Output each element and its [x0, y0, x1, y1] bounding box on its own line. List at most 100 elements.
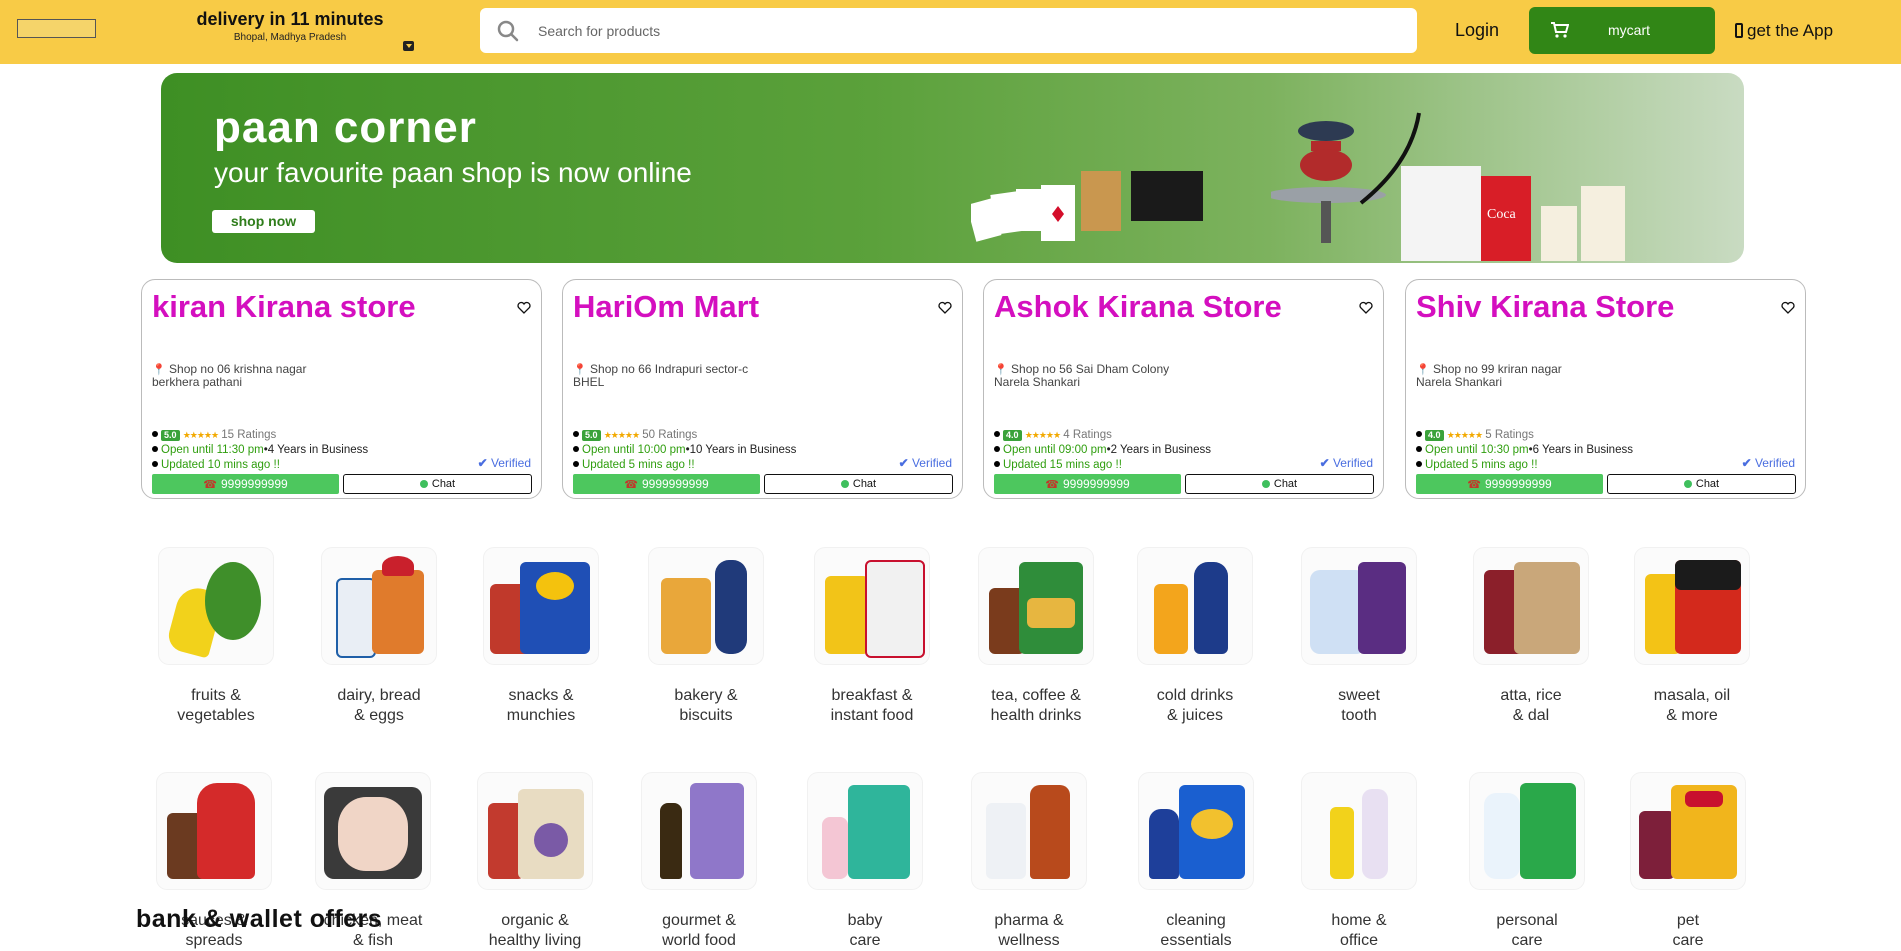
store-address: 📍 Shop no 56 Sai Dham Colony Narela Shan… — [994, 363, 1169, 388]
category-image — [316, 773, 430, 889]
label-line1: dairy, bread — [337, 687, 421, 704]
call-button[interactable]: ☎ 9999999999 — [573, 474, 760, 494]
category-tile[interactable]: fruits & vegetables — [136, 548, 296, 726]
chat-button[interactable]: Chat — [1185, 474, 1374, 494]
cart-button[interactable]: mycart — [1529, 7, 1715, 54]
ratings-count: 4 Ratings — [1063, 429, 1112, 441]
category-tile[interactable]: masala, oil & more — [1612, 548, 1772, 726]
call-button[interactable]: ☎ 9999999999 — [152, 474, 339, 494]
category-label: cold drinks & juices — [1115, 686, 1275, 726]
label-line1: home & — [1331, 912, 1387, 929]
open-hours: Open until 11:30 pm — [161, 444, 264, 456]
store-meta: 4.0 ★★★★★ 5 Ratings Open until 10:30 pm•… — [1416, 428, 1633, 473]
category-tile[interactable]: baby care — [785, 773, 945, 951]
label-line1: fruits & — [191, 687, 241, 704]
category-tile[interactable]: gourmet & world food — [619, 773, 779, 951]
label-line2: & more — [1666, 707, 1718, 724]
delivery-location: Bhopal, Madhya Pradesh — [233, 32, 347, 43]
store-name[interactable]: Shiv Kirana Store — [1416, 289, 1674, 325]
address-line2: berkhera pathani — [152, 375, 243, 389]
chat-button[interactable]: Chat — [764, 474, 953, 494]
category-label: organic & healthy living — [455, 911, 615, 951]
phone-number: 9999999999 — [1484, 477, 1552, 491]
category-tile[interactable]: personal care — [1447, 773, 1607, 951]
location-dropdown-icon[interactable] — [403, 41, 414, 51]
label-line2: essentials — [1160, 932, 1232, 949]
star-rating: ★★★★★ — [182, 430, 219, 440]
call-button[interactable]: ☎ 9999999999 — [1416, 474, 1603, 494]
ratings-count: 15 Ratings — [221, 429, 277, 441]
store-name[interactable]: HariOm Mart — [573, 289, 759, 325]
banner-title: paan corner — [214, 103, 477, 152]
label-line2: & eggs — [354, 707, 404, 724]
address-line1: Shop no 56 Sai Dham Colony — [1011, 362, 1170, 376]
store-name[interactable]: Ashok Kirana Store — [994, 289, 1282, 325]
category-tile[interactable]: breakfast & instant food — [792, 548, 952, 726]
category-tile[interactable]: cold drinks & juices — [1115, 548, 1275, 726]
star-rating: ★★★★★ — [1446, 430, 1483, 440]
category-tile[interactable]: atta, rice & dal — [1451, 548, 1611, 726]
category-image — [1635, 548, 1749, 664]
store-meta: 4.0 ★★★★★ 4 Ratings Open until 09:00 pm•… — [994, 428, 1211, 473]
category-tile[interactable]: bakery & biscuits — [626, 548, 786, 726]
delivery-info[interactable]: delivery in 11 minutes Bhopal, Madhya Pr… — [160, 9, 420, 43]
label-line2: tooth — [1341, 707, 1377, 724]
category-image — [1631, 773, 1745, 889]
heart-icon[interactable] — [517, 301, 531, 315]
call-button[interactable]: ☎ 9999999999 — [994, 474, 1181, 494]
heart-icon[interactable] — [938, 301, 952, 315]
search-input[interactable] — [536, 18, 1340, 44]
login-button[interactable]: Login — [1455, 20, 1499, 41]
category-label: sweet tooth — [1279, 686, 1439, 726]
store-card[interactable]: Shiv Kirana Store 📍 Shop no 99 kriran na… — [1405, 279, 1806, 499]
category-tile[interactable]: home & office — [1279, 773, 1439, 951]
store-card[interactable]: kiran Kirana store 📍 Shop no 06 krishna … — [141, 279, 542, 499]
category-tile[interactable]: cleaning essentials — [1116, 773, 1276, 951]
category-tile[interactable]: organic & healthy living — [455, 773, 615, 951]
label-line1: pet — [1676, 912, 1700, 929]
search-bar[interactable] — [480, 8, 1417, 53]
verified-label: Verified — [1332, 456, 1373, 470]
verified-badge: ✔ Verified — [899, 456, 952, 470]
category-tile[interactable]: sweet tooth — [1279, 548, 1439, 726]
rating-badge: 5.0 — [582, 430, 601, 441]
verified-label: Verified — [1754, 456, 1795, 470]
check-icon: ✔ — [898, 456, 909, 470]
ratings-count: 5 Ratings — [1485, 429, 1534, 441]
rating-badge: 5.0 — [161, 430, 180, 441]
open-hours: Open until 09:00 pm — [1003, 444, 1107, 456]
shop-now-button[interactable]: shop now — [212, 210, 315, 233]
promo-banner[interactable]: paan corner your favourite paan shop is … — [161, 73, 1744, 263]
rating-badge: 4.0 — [1003, 430, 1022, 441]
heart-icon[interactable] — [1781, 301, 1795, 315]
label-line2: healthy living — [488, 932, 582, 949]
category-tile[interactable]: snacks & munchies — [461, 548, 621, 726]
label-line1: organic & — [501, 912, 569, 929]
hookah-image — [1271, 112, 1421, 243]
heart-icon[interactable] — [1359, 301, 1373, 315]
label-line2: munchies — [506, 707, 576, 724]
phone-number: 9999999999 — [220, 477, 288, 491]
phone-number: 9999999999 — [1062, 477, 1130, 491]
get-app-link[interactable]: get the App — [1735, 21, 1833, 41]
store-card[interactable]: Ashok Kirana Store 📍 Shop no 56 Sai Dham… — [983, 279, 1384, 499]
chat-button[interactable]: Chat — [343, 474, 532, 494]
cart-label: mycart — [1608, 22, 1650, 38]
category-tile[interactable]: tea, coffee & health drinks — [956, 548, 1116, 726]
store-card[interactable]: HariOm Mart 📍 Shop no 66 Indrapuri secto… — [562, 279, 963, 499]
chat-button[interactable]: Chat — [1607, 474, 1796, 494]
category-image — [972, 773, 1086, 889]
whatsapp-icon — [1261, 480, 1270, 488]
category-tile[interactable]: pharma & wellness — [949, 773, 1109, 951]
label-line1: cleaning — [1166, 912, 1226, 929]
category-tile[interactable]: pet care — [1608, 773, 1768, 951]
category-tile[interactable]: dairy, bread & eggs — [299, 548, 459, 726]
check-icon: ✔ — [1741, 456, 1752, 470]
category-image — [815, 548, 929, 664]
category-label: tea, coffee & health drinks — [956, 686, 1116, 726]
label-line1: cold drinks — [1156, 687, 1234, 704]
category-image — [157, 773, 271, 889]
svg-text:Coca: Coca — [1487, 207, 1517, 222]
store-name[interactable]: kiran Kirana store — [152, 289, 416, 325]
site-logo[interactable] — [17, 19, 96, 38]
